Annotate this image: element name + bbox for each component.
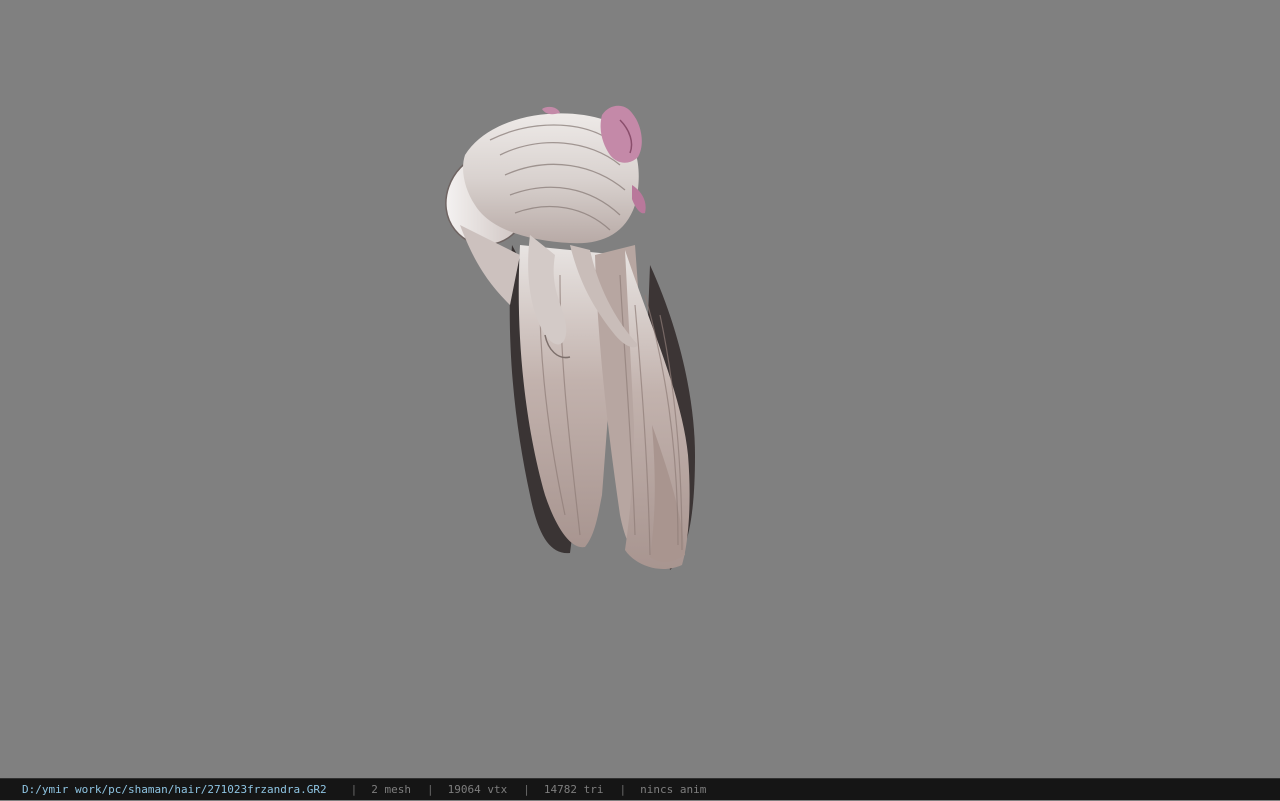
vertex-count: 19064 vtx — [447, 783, 508, 796]
mesh-count: 2 mesh — [371, 783, 412, 796]
separator: | — [350, 783, 358, 796]
triangle-count: 14782 tri — [543, 783, 604, 796]
separator: | — [523, 783, 530, 796]
file-path: D:/ymir work/pc/shaman/hair/271023frzand… — [22, 783, 327, 796]
hair-model-icon[interactable] — [420, 95, 720, 585]
animation-status: nincs anim — [640, 783, 707, 796]
separator: | — [427, 783, 434, 796]
separator: | — [619, 783, 627, 796]
3d-viewport[interactable] — [0, 0, 1280, 778]
status-bar: D:/ymir work/pc/shaman/hair/271023frzand… — [0, 778, 1280, 800]
